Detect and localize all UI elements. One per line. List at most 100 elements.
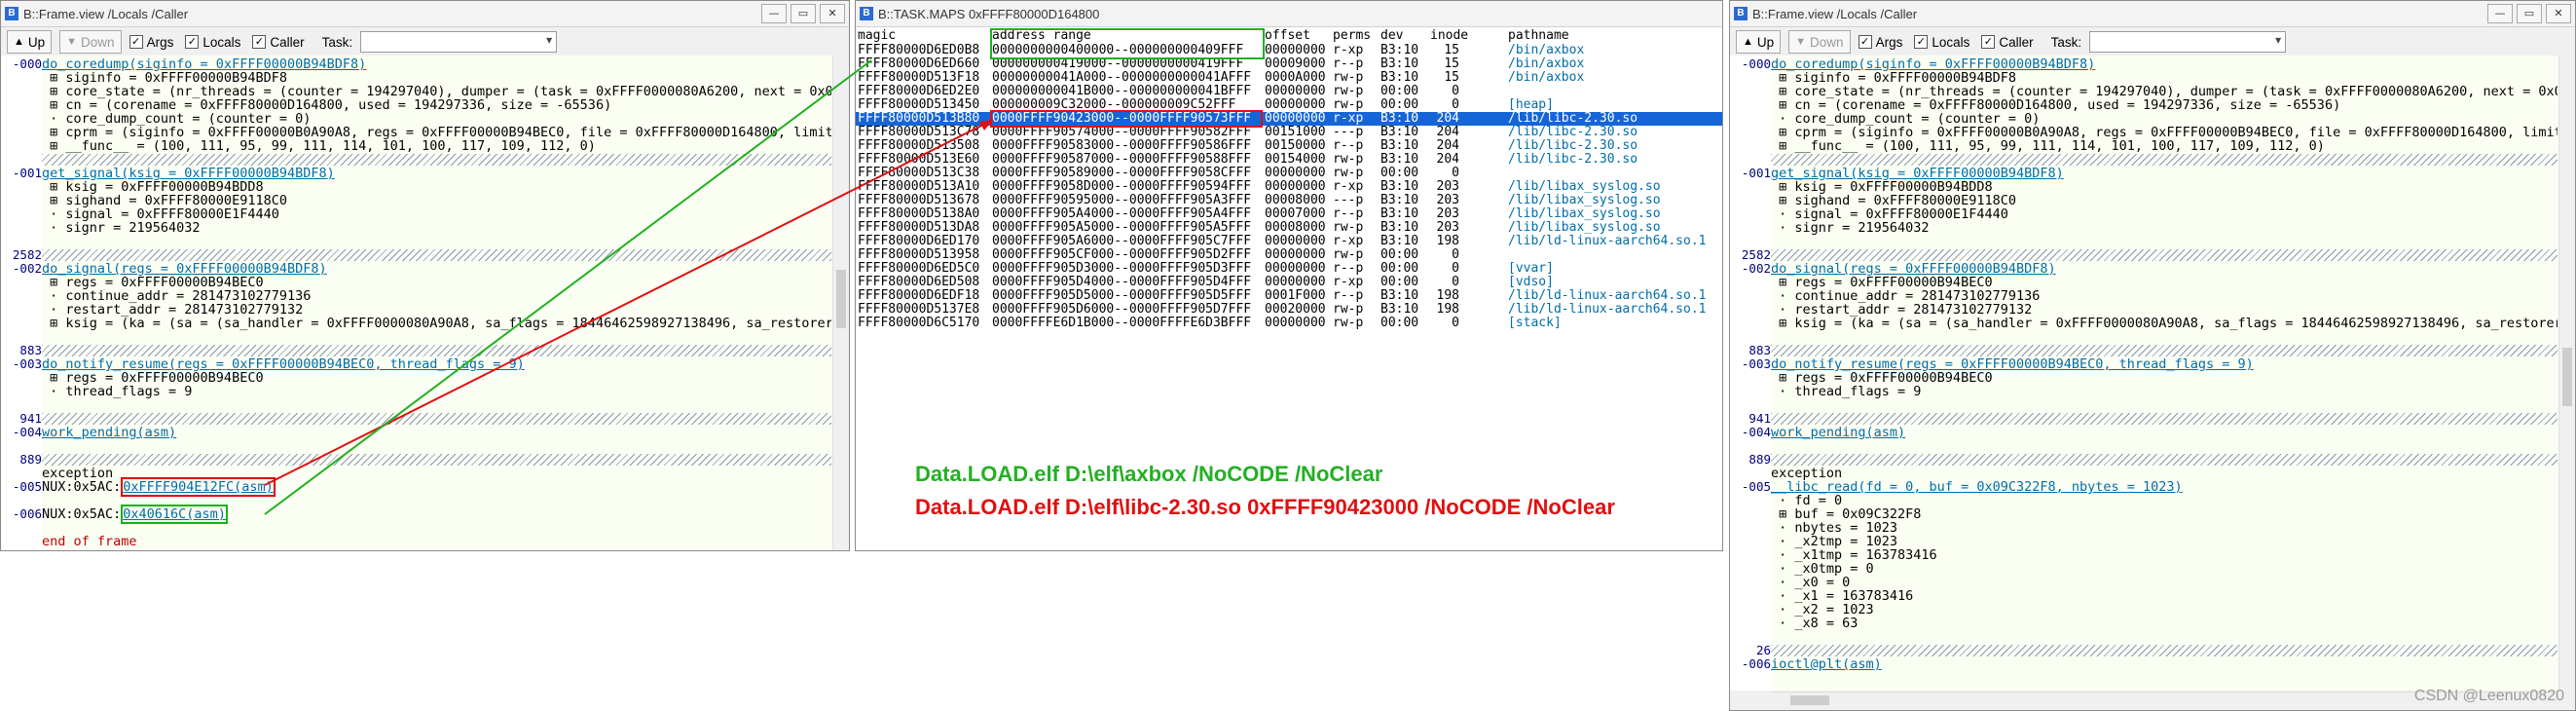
up-button[interactable]: ▲ Up bbox=[7, 30, 53, 54]
scroll-thumb[interactable] bbox=[2562, 348, 2572, 406]
frame-function[interactable]: work_pending(asm) bbox=[42, 426, 831, 439]
table-row[interactable]: FFFF80000D6EDF18 0000FFFF905D5000--0000FF… bbox=[856, 289, 1722, 303]
scroll-thumb[interactable] bbox=[836, 270, 846, 328]
frame-variable: NUX:0x5AC: 0xFFFF904E12FC(asm) bbox=[42, 477, 831, 497]
table-cell: B3:10 bbox=[1380, 125, 1419, 139]
table-row[interactable]: FFFF80000D513958 0000FFFF905CF000--0000FF… bbox=[856, 248, 1722, 262]
frame-line-number bbox=[1730, 617, 1771, 630]
task-label: Task: bbox=[321, 34, 353, 50]
task-select[interactable] bbox=[2089, 31, 2287, 53]
minimize-button[interactable]: — bbox=[761, 4, 787, 23]
table-row[interactable]: FFFF80000D5137E8 0000FFFF905D6000--0000FF… bbox=[856, 303, 1722, 317]
table-row[interactable]: FFFF80000D513A10 0000FFFF9058D000--0000FF… bbox=[856, 180, 1722, 194]
vertical-scrollbar[interactable] bbox=[832, 56, 849, 550]
maximize-button[interactable]: ▭ bbox=[2517, 4, 2542, 23]
table-row[interactable]: FFFF80000D5138A0 0000FFFF905A4000--0000FF… bbox=[856, 207, 1722, 221]
table-cell: FFFF80000D6ED0B8 bbox=[858, 43, 980, 57]
frame-function[interactable]: do_signal(regs = 0xFFFF00000B94BDF8) bbox=[1771, 262, 2558, 276]
table-cell: 00154000 bbox=[1265, 152, 1326, 167]
frame-function[interactable]: do_notify_resume(regs = 0xFFFF00000B94BE… bbox=[1771, 357, 2558, 371]
frame-function[interactable]: __libc_read(fd = 0, buf = 0x09C322F8, nb… bbox=[1771, 480, 2558, 494]
frame-line-number: -003 bbox=[1741, 356, 1771, 371]
minimize-button[interactable]: — bbox=[2487, 4, 2513, 23]
table-cell: 00007000 bbox=[1265, 206, 1326, 221]
table-row[interactable]: FFFF80000D6ED508 0000FFFF905D4000--0000FF… bbox=[856, 276, 1722, 289]
column-header[interactable]: magic bbox=[858, 29, 896, 43]
frame-function[interactable]: work_pending(asm) bbox=[1771, 426, 2558, 439]
frame-line-number bbox=[1730, 576, 1771, 589]
frame-function[interactable]: ioctl@plt(asm) bbox=[1771, 657, 2558, 671]
window-title: B::Frame.view /Locals /Caller bbox=[23, 6, 189, 21]
up-button[interactable]: ▲ Up bbox=[1736, 30, 1782, 54]
table-row[interactable]: FFFF80000D6ED170 0000FFFF905A6000--0000FF… bbox=[856, 235, 1722, 248]
frame-variable: end of frame bbox=[42, 535, 831, 548]
frame-function[interactable]: get_signal(ksig = 0xFFFF00000B94BDF8) bbox=[1771, 167, 2558, 180]
column-header[interactable]: perms bbox=[1333, 29, 1371, 43]
column-header[interactable]: address range bbox=[992, 29, 1091, 43]
table-row[interactable]: FFFF80000D513C38 0000FFFF90589000--0000FF… bbox=[856, 167, 1722, 180]
caller-checkbox[interactable]: ✓ Caller bbox=[252, 35, 305, 50]
frame-separator bbox=[42, 249, 831, 261]
table-row[interactable]: FFFF80000D513508 0000FFFF90583000--0000FF… bbox=[856, 139, 1722, 153]
frame-text: ioctl@plt(asm) bbox=[1771, 656, 1882, 672]
frame-separator bbox=[1771, 345, 2558, 356]
table-row[interactable]: FFFF80000D513450 000000009C32000--0000000… bbox=[856, 98, 1722, 112]
highlighted-address-green[interactable]: 0x40616C(asm) bbox=[121, 505, 228, 524]
frame-content[interactable]: do_coredump(siginfo = 0xFFFF00000B94BDF8… bbox=[1771, 56, 2558, 691]
down-button[interactable]: ▼ Down bbox=[59, 30, 122, 54]
frame-variable: ⊞ sighand = 0xFFFF80000E9118C0 bbox=[42, 194, 831, 207]
frame-line-number: 883 bbox=[19, 343, 42, 357]
table-cell: FFFF80000D6ED170 bbox=[858, 234, 980, 248]
close-button[interactable]: ✕ bbox=[820, 4, 845, 23]
app-icon: B bbox=[5, 7, 18, 20]
column-header[interactable]: inode bbox=[1430, 29, 1468, 43]
task-select[interactable] bbox=[360, 31, 558, 53]
table-row[interactable]: FFFF80000D513F18 00000000041A000--0000000… bbox=[856, 71, 1722, 85]
table-cell: FFFF80000D513C38 bbox=[858, 166, 980, 180]
frame-line-number bbox=[1, 494, 42, 507]
table-row[interactable]: FFFF80000D513678 0000FFFF90595000--0000FF… bbox=[856, 194, 1722, 207]
table-row[interactable]: FFFF80000D6ED2E0 000000000041B000--000000… bbox=[856, 85, 1722, 98]
frame-variable bbox=[42, 330, 831, 344]
table-row[interactable]: FFFF80000D513DA8 0000FFFF905A5000--0000FF… bbox=[856, 221, 1722, 235]
table-cell: FFFF80000D6C5170 bbox=[858, 316, 980, 330]
args-checkbox[interactable]: ✓ Args bbox=[1858, 35, 1902, 50]
frame-function[interactable]: get_signal(ksig = 0xFFFF00000B94BDF8) bbox=[42, 167, 831, 180]
table-row[interactable]: FFFF80000D6ED0B8 0000000000400000--000000… bbox=[856, 44, 1722, 57]
frame-line-number bbox=[1, 194, 42, 207]
scroll-thumb[interactable] bbox=[1790, 695, 1829, 705]
column-header[interactable]: dev bbox=[1380, 29, 1403, 43]
column-header[interactable]: pathname bbox=[1508, 29, 1569, 43]
table-cell: FFFF80000D513A10 bbox=[858, 179, 980, 194]
frame-variable: ⊞ regs = 0xFFFF00000B94BEC0 bbox=[1771, 276, 2558, 289]
maximize-button[interactable]: ▭ bbox=[791, 4, 816, 23]
frame-function[interactable]: do_signal(regs = 0xFFFF00000B94BDF8) bbox=[42, 262, 831, 276]
table-cell: 204 bbox=[1436, 111, 1459, 126]
down-button[interactable]: ▼ Down bbox=[1788, 30, 1851, 54]
locals-checkbox[interactable]: ✓ Locals bbox=[185, 35, 240, 50]
table-cell: rw-p bbox=[1333, 316, 1364, 330]
table-cell: 204 bbox=[1436, 152, 1459, 167]
frame-line-number bbox=[1730, 317, 1771, 330]
table-row[interactable]: FFFF80000D6C5170 0000FFFFE6D1B000--0000FF… bbox=[856, 317, 1722, 330]
args-checkbox[interactable]: ✓ Args bbox=[129, 35, 173, 50]
highlighted-address-red[interactable]: 0xFFFF904E12FC(asm) bbox=[121, 477, 276, 497]
table-row[interactable]: FFFF80000D6ED660 000000000419000--0000000… bbox=[856, 57, 1722, 71]
vertical-scrollbar[interactable] bbox=[2558, 56, 2575, 691]
close-button[interactable]: ✕ bbox=[2546, 4, 2571, 23]
frame-content[interactable]: do_coredump(siginfo = 0xFFFF00000B94BDF8… bbox=[42, 56, 831, 550]
table-cell: 0000FFFF905D5000--0000FFFF905D5FFF bbox=[992, 288, 1252, 303]
table-row[interactable]: FFFF80000D513C78 0000FFFF90574000--0000FF… bbox=[856, 126, 1722, 139]
caller-checkbox[interactable]: ✓ Caller bbox=[1981, 35, 2034, 50]
locals-checkbox[interactable]: ✓ Locals bbox=[1914, 35, 1969, 50]
frame-function[interactable]: do_coredump(siginfo = 0xFFFF00000B94BDF8… bbox=[42, 57, 831, 71]
table-row[interactable]: FFFF80000D513E60 0000FFFF90587000--0000FF… bbox=[856, 153, 1722, 167]
table-row[interactable]: FFFF80000D6ED5C0 0000FFFF905D3000--0000FF… bbox=[856, 262, 1722, 276]
table-row[interactable]: FFFF80000D513B80 0000FFFF90423000--0000FF… bbox=[856, 112, 1722, 126]
app-icon: B bbox=[860, 7, 873, 20]
frame-line-number bbox=[1, 317, 42, 330]
column-header[interactable]: offset bbox=[1265, 29, 1310, 43]
frame-function[interactable]: do_coredump(siginfo = 0xFFFF00000B94BDF8… bbox=[1771, 57, 2558, 71]
frame-function[interactable]: do_notify_resume(regs = 0xFFFF00000B94BE… bbox=[42, 357, 831, 371]
green-load-command: Data.LOAD.elf D:\elf\axbox /NoCODE /NoCl… bbox=[915, 462, 1383, 486]
